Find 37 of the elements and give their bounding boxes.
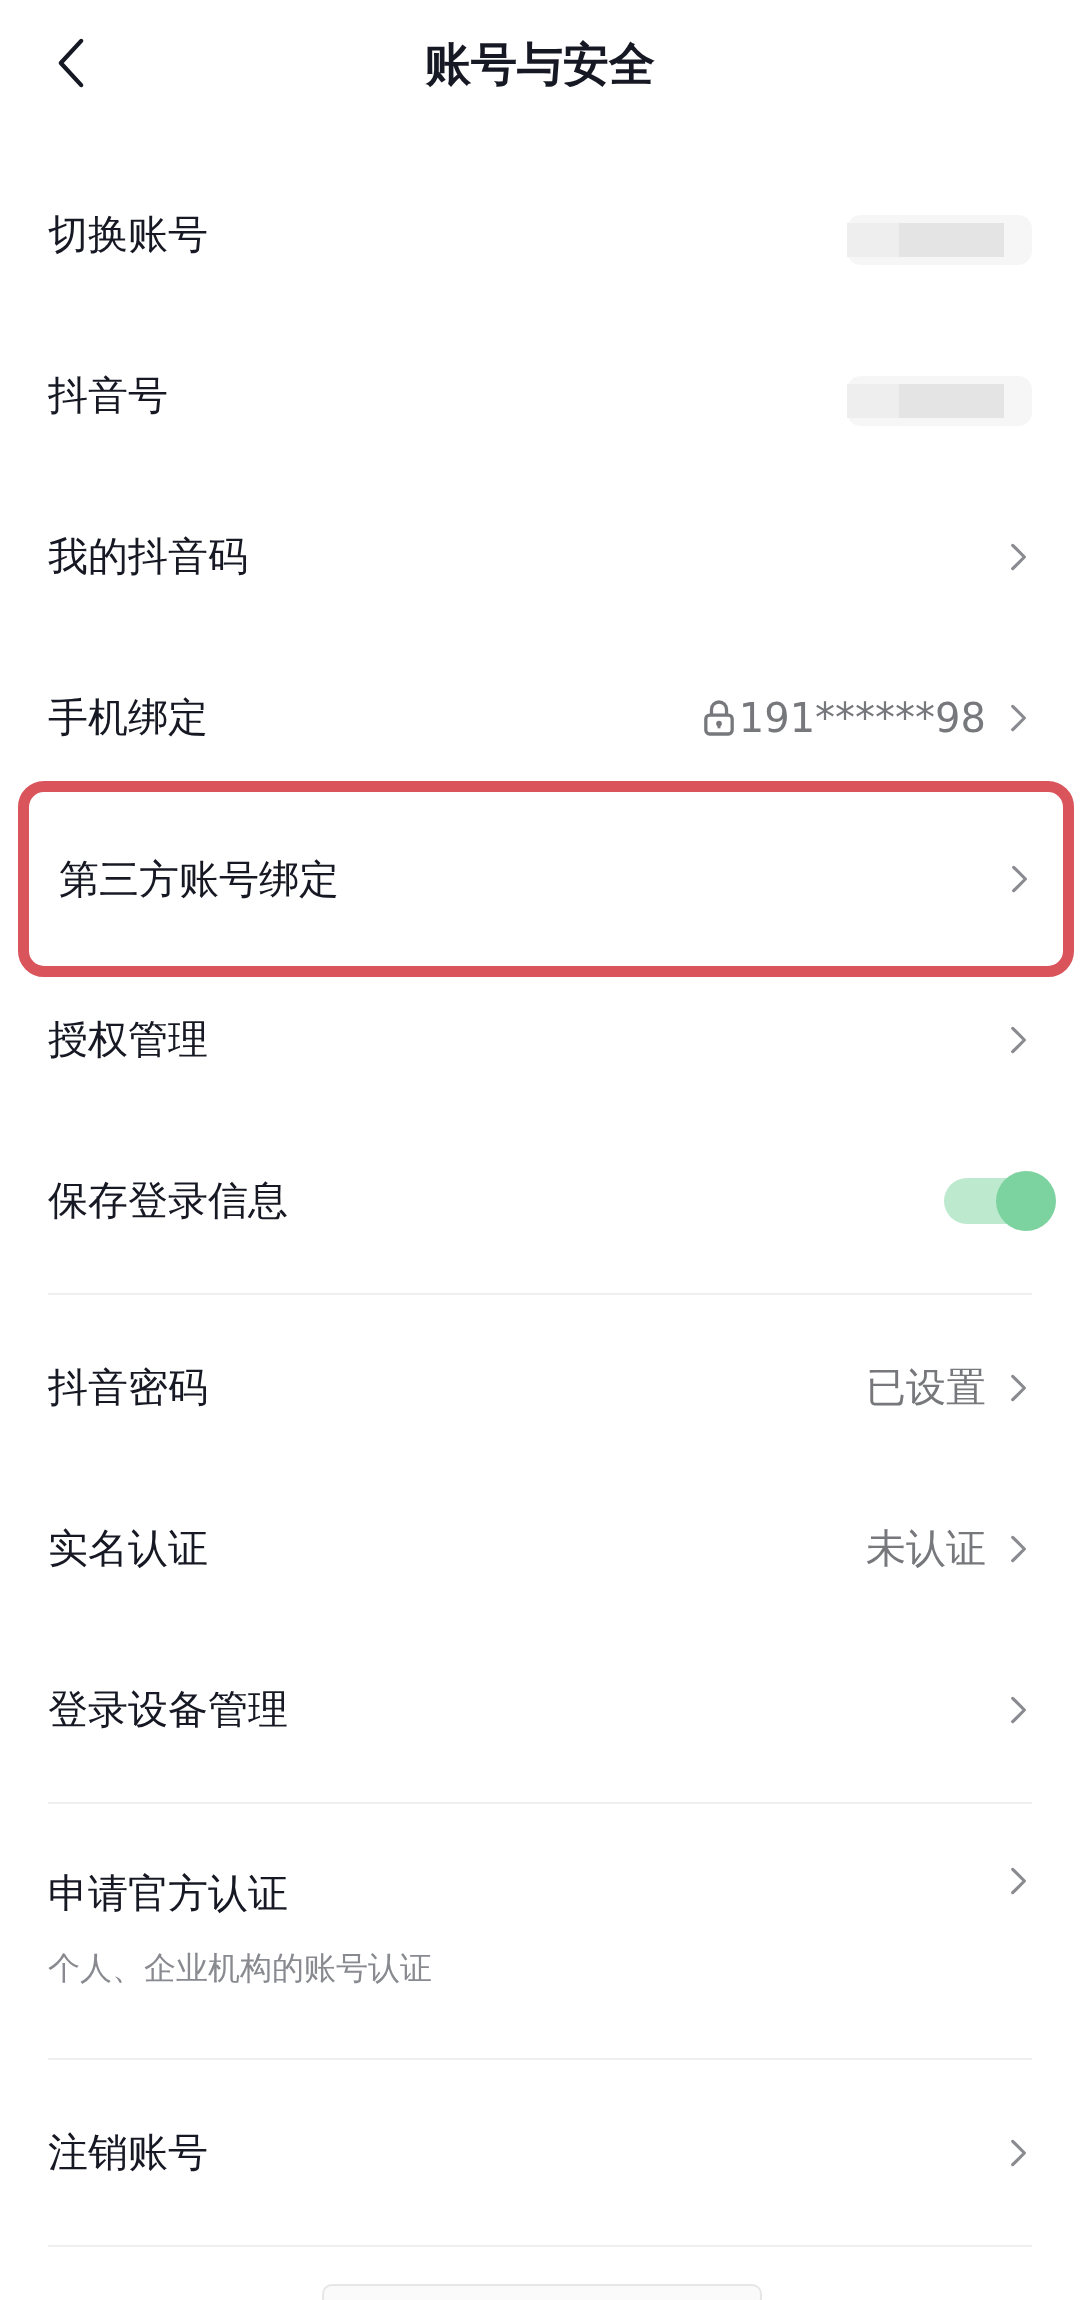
chevron-icon bbox=[1010, 1533, 1028, 1564]
setting-label: 我的抖音码 bbox=[48, 532, 248, 581]
chevron-icon bbox=[1010, 702, 1028, 733]
setting-label: 手机绑定 bbox=[48, 693, 208, 742]
setting-row[interactable]: 注销账号 bbox=[0, 2072, 1080, 2233]
toggle-switch[interactable] bbox=[944, 1170, 1056, 1231]
chevron-icon bbox=[1011, 864, 1029, 894]
setting-row[interactable]: 切换账号 bbox=[0, 154, 1080, 315]
chevron-icon bbox=[1010, 541, 1028, 572]
setting-label: 注销账号 bbox=[48, 2128, 208, 2177]
setting-description: 个人、企业机构的账号认证 bbox=[48, 1948, 432, 1989]
setting-label: 抖音号 bbox=[48, 371, 168, 420]
setting-label: 授权管理 bbox=[48, 1015, 208, 1064]
page-title: 账号与安全 bbox=[425, 36, 655, 93]
setting-label: 抖音密码 bbox=[48, 1363, 208, 1412]
setting-row[interactable]: 我的抖音码 bbox=[0, 476, 1080, 637]
setting-label: 申请官方认证 bbox=[48, 1869, 289, 1918]
setting-label: 保存登录信息 bbox=[48, 1176, 288, 1225]
setting-label: 切换账号 bbox=[48, 210, 208, 259]
setting-row[interactable]: 抖音密码 已设置 bbox=[0, 1307, 1080, 1468]
chevron-icon bbox=[1010, 1024, 1028, 1055]
setting-label: 实名认证 bbox=[48, 1524, 208, 1573]
setting-value: 已设置 bbox=[866, 1363, 986, 1412]
setting-row[interactable]: 登录设备管理 bbox=[0, 1629, 1080, 1790]
setting-row[interactable]: 抖音号 bbox=[0, 315, 1080, 476]
setting-row[interactable]: 实名认证 未认证 bbox=[0, 1468, 1080, 1629]
setting-row[interactable]: 申请官方认证 个人、企业机构的账号认证 bbox=[0, 1816, 1080, 2046]
setting-value: 191******98 bbox=[738, 694, 986, 741]
chevron-icon bbox=[1010, 1372, 1028, 1403]
highlighted-setting-row[interactable]: 第三方账号绑定 bbox=[18, 781, 1074, 977]
setting-label: 第三方账号绑定 bbox=[59, 854, 339, 904]
chevron-icon bbox=[1010, 1866, 1028, 1896]
setting-label: 登录设备管理 bbox=[48, 1685, 288, 1734]
setting-value: 未认证 bbox=[866, 1524, 986, 1573]
setting-row[interactable]: 保存登录信息 bbox=[0, 1120, 1080, 1281]
chevron-icon bbox=[1010, 2137, 1028, 2168]
chevron-icon bbox=[1010, 1694, 1028, 1725]
